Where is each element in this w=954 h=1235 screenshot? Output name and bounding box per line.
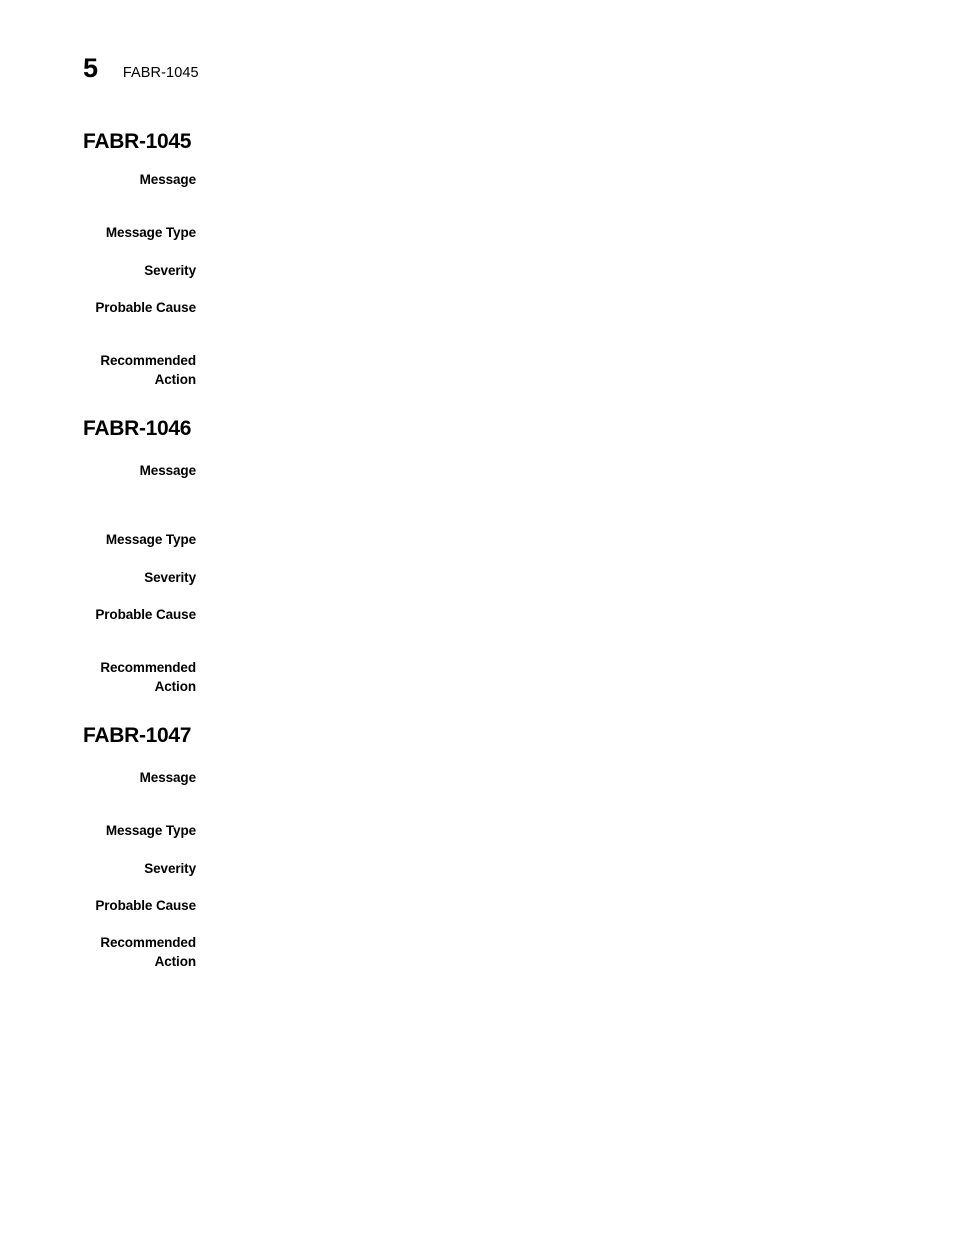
field-row-probable-cause: Probable Cause	[83, 298, 873, 317]
field-label-severity: Severity	[144, 263, 196, 278]
field-label-recommended-action: Recommended Action	[100, 353, 196, 387]
field-value-severity	[196, 261, 873, 280]
field-list: Message Message Type Severity Probable C…	[83, 170, 873, 389]
field-row-message-type: Message Type	[83, 530, 873, 549]
field-row-recommended-action: Recommended Action	[83, 933, 873, 971]
field-row-message-type: Message Type	[83, 821, 873, 840]
field-value-recommended-action	[196, 933, 873, 952]
field-value-probable-cause	[196, 605, 873, 624]
field-label-severity: Severity	[144, 570, 196, 585]
field-list: Message Message Type Severity Probable C…	[83, 461, 873, 696]
field-row-message-type: Message Type	[83, 223, 873, 242]
message-section-fabr-1047: FABR-1047 Message Message Type Severity	[83, 724, 873, 971]
field-row-probable-cause: Probable Cause	[83, 605, 873, 624]
field-row-severity: Severity	[83, 859, 873, 878]
field-label-message-type: Message Type	[105, 532, 196, 547]
field-value-message-type	[196, 530, 873, 549]
field-row-message: Message	[83, 768, 873, 787]
field-value-message	[196, 768, 873, 787]
document-page: 5 FABR-1045 FABR-1045 Message Message Ty…	[0, 0, 954, 1235]
field-row-message: Message	[83, 170, 873, 189]
field-list: Message Message Type Severity Probable C…	[83, 768, 873, 971]
field-value-probable-cause	[196, 896, 873, 915]
field-value-recommended-action	[196, 658, 873, 677]
field-value-message	[196, 170, 873, 189]
field-row-recommended-action: Recommended Action	[83, 658, 873, 696]
field-label-probable-cause: Probable Cause	[95, 300, 196, 315]
field-row-recommended-action: Recommended Action	[83, 351, 873, 389]
field-label-message: Message	[139, 463, 196, 478]
field-value-message-type	[196, 223, 873, 242]
field-value-severity	[196, 859, 873, 878]
message-section-fabr-1046: FABR-1046 Message Message Type Severity	[83, 417, 873, 696]
section-heading: FABR-1045	[83, 130, 192, 153]
field-label-recommended-action: Recommended Action	[100, 935, 196, 969]
field-row-severity: Severity	[83, 261, 873, 280]
field-label-message-type: Message Type	[105, 225, 196, 240]
field-row-severity: Severity	[83, 568, 873, 587]
field-label-probable-cause: Probable Cause	[95, 607, 196, 622]
field-row-probable-cause: Probable Cause	[83, 896, 873, 915]
field-label-severity: Severity	[144, 861, 196, 876]
field-value-recommended-action	[196, 351, 873, 370]
field-value-message	[196, 461, 873, 480]
field-label-message-type: Message Type	[105, 823, 196, 838]
document-body: FABR-1045 Message Message Type Severity	[83, 130, 873, 971]
field-row-message: Message	[83, 461, 873, 480]
field-value-message-type	[196, 821, 873, 840]
running-header-title: FABR-1045	[122, 65, 199, 81]
chapter-number: 5	[83, 53, 98, 83]
message-section-fabr-1045: FABR-1045 Message Message Type Severity	[83, 130, 873, 389]
field-label-recommended-action: Recommended Action	[100, 660, 196, 694]
field-value-probable-cause	[196, 298, 873, 317]
section-heading: FABR-1046	[83, 417, 192, 440]
section-heading: FABR-1047	[83, 724, 192, 747]
field-value-severity	[196, 568, 873, 587]
field-label-message: Message	[139, 770, 196, 785]
running-header: 5 FABR-1045	[83, 55, 199, 82]
field-label-probable-cause: Probable Cause	[95, 898, 196, 913]
field-label-message: Message	[139, 172, 196, 187]
